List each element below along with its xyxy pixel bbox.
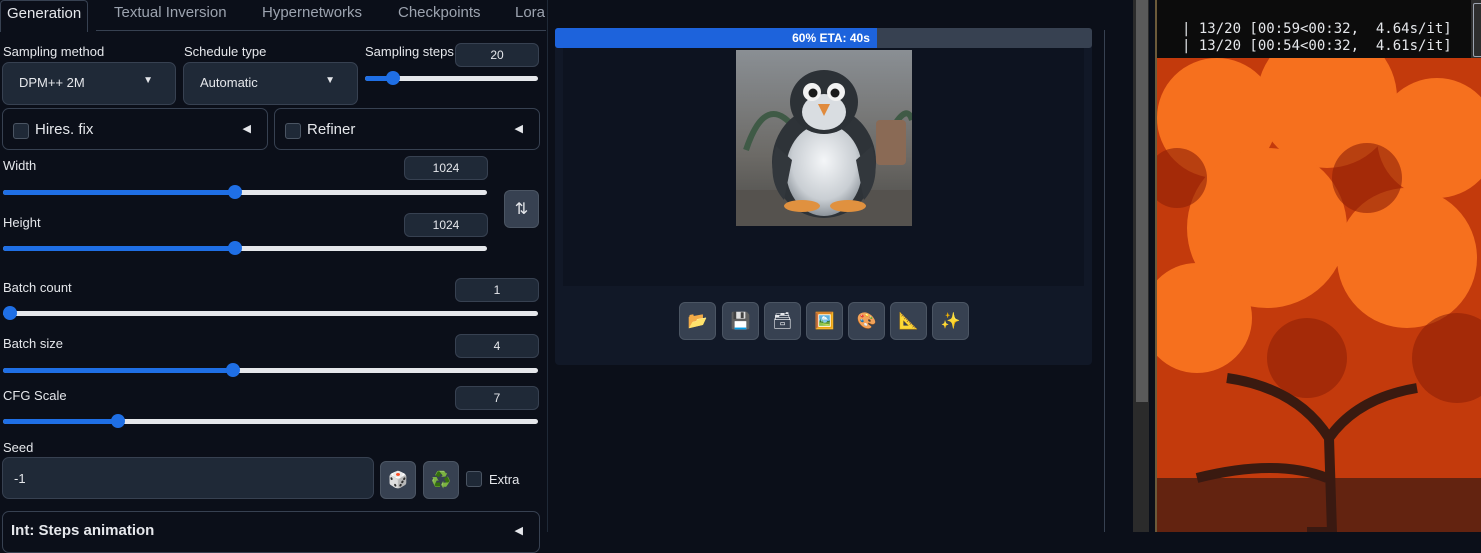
chevron-down-icon: ▼ bbox=[143, 75, 153, 86]
sampling-method-value: DPM++ 2M bbox=[19, 75, 85, 90]
tab-hypernetworks[interactable]: Hypernetworks bbox=[262, 0, 362, 28]
terminal-scrollbar[interactable] bbox=[1471, 0, 1481, 58]
seed-input[interactable]: -1 bbox=[2, 457, 374, 499]
save-button[interactable]: 💾 bbox=[722, 302, 759, 340]
width-input[interactable]: 1024 bbox=[404, 156, 488, 180]
sampling-steps-slider[interactable] bbox=[365, 71, 538, 85]
schedule-type-label: Schedule type bbox=[184, 44, 267, 59]
width-slider[interactable] bbox=[3, 185, 487, 199]
seed-value: -1 bbox=[14, 471, 26, 486]
open-folder-button[interactable]: 📂 bbox=[679, 302, 716, 340]
schedule-type-value: Automatic bbox=[200, 75, 258, 90]
upscale-button[interactable]: ✨ bbox=[932, 302, 969, 340]
palette-icon: 🎨 bbox=[856, 313, 877, 330]
slider-thumb[interactable] bbox=[3, 306, 17, 320]
triangle-left-icon: ◀ bbox=[514, 123, 523, 135]
image-icon: 🖼️ bbox=[814, 313, 835, 330]
sampling-method-dropdown[interactable]: DPM++ 2M ▼ bbox=[2, 62, 176, 105]
cfg-scale-label: CFG Scale bbox=[3, 388, 67, 403]
hires-fix-checkbox[interactable] bbox=[13, 123, 29, 139]
swap-dimensions-button[interactable]: ⇅ bbox=[504, 190, 539, 228]
column-divider bbox=[1104, 30, 1105, 532]
folder-icon: 📂 bbox=[687, 313, 708, 330]
sampling-steps-label: Sampling steps bbox=[365, 44, 454, 59]
tab-underline bbox=[96, 30, 546, 31]
terminal-line: | 13/20 [00:59<00:32, 4.64s/it] bbox=[1182, 21, 1452, 37]
send-to-inpaint-button[interactable]: 🎨 bbox=[848, 302, 885, 340]
height-slider[interactable] bbox=[3, 241, 487, 255]
hires-fix-label: Hires. fix bbox=[35, 121, 94, 138]
dice-icon: 🎲 bbox=[388, 472, 408, 489]
slider-thumb[interactable] bbox=[385, 71, 400, 85]
column-divider bbox=[547, 0, 548, 532]
preview-image[interactable] bbox=[736, 50, 912, 226]
zip-icon: 🗃 bbox=[772, 313, 793, 330]
recycle-icon: ♻️ bbox=[431, 472, 451, 489]
refiner-label: Refiner bbox=[307, 121, 356, 138]
height-label: Height bbox=[3, 215, 41, 230]
width-label: Width bbox=[3, 158, 37, 173]
terminal-line: | 13/20 [00:54<00:32, 4.61s/it] bbox=[1182, 38, 1452, 54]
desktop-wallpaper bbox=[1155, 58, 1481, 532]
schedule-type-dropdown[interactable]: Automatic ▼ bbox=[183, 62, 358, 105]
zip-button[interactable]: 🗃 bbox=[764, 302, 801, 340]
extra-checkbox[interactable] bbox=[466, 471, 482, 487]
steps-animation-label: Int: Steps animation bbox=[11, 522, 155, 539]
slider-thumb[interactable] bbox=[111, 414, 126, 428]
hires-fix-accordion[interactable]: Hires. fix ◀ bbox=[2, 108, 268, 150]
tab-lora[interactable]: Lora bbox=[515, 0, 545, 28]
cfg-scale-input[interactable]: 7 bbox=[455, 386, 539, 410]
refiner-accordion[interactable]: Refiner ◀ bbox=[274, 108, 540, 150]
page-scrollbar-thumb[interactable] bbox=[1136, 0, 1148, 402]
sparkles-icon: ✨ bbox=[940, 313, 961, 330]
save-icon: 💾 bbox=[730, 313, 751, 330]
batch-count-slider[interactable] bbox=[3, 306, 538, 320]
batch-count-input[interactable]: 1 bbox=[455, 278, 539, 302]
extra-label: Extra bbox=[489, 472, 520, 487]
batch-size-slider[interactable] bbox=[3, 363, 538, 377]
slider-thumb[interactable] bbox=[228, 185, 243, 199]
sampling-steps-input[interactable]: 20 bbox=[455, 43, 539, 67]
tab-generation[interactable]: Generation bbox=[0, 0, 89, 32]
slider-thumb[interactable] bbox=[226, 363, 241, 377]
progress-text: 60% ETA: 40s bbox=[792, 31, 870, 45]
cfg-scale-slider[interactable] bbox=[3, 414, 538, 428]
height-input[interactable]: 1024 bbox=[404, 213, 488, 237]
tab-textual-inversion[interactable]: Textual Inversion bbox=[114, 0, 227, 28]
tab-bar: Generation Textual Inversion Hypernetwor… bbox=[0, 0, 1120, 32]
slider-thumb[interactable] bbox=[228, 241, 243, 255]
random-seed-button[interactable]: 🎲 bbox=[380, 461, 416, 499]
refiner-checkbox[interactable] bbox=[285, 123, 301, 139]
chevron-down-icon: ▼ bbox=[325, 75, 335, 86]
batch-count-label: Batch count bbox=[3, 280, 72, 295]
ruler-icon: 📐 bbox=[898, 313, 919, 330]
triangle-left-icon: ◀ bbox=[514, 525, 523, 537]
tab-checkpoints[interactable]: Checkpoints bbox=[398, 0, 481, 28]
batch-size-label: Batch size bbox=[3, 336, 63, 351]
batch-size-input[interactable]: 4 bbox=[455, 334, 539, 358]
steps-animation-accordion[interactable]: Int: Steps animation ◀ bbox=[2, 511, 540, 553]
send-to-extras-button[interactable]: 📐 bbox=[890, 302, 927, 340]
reuse-seed-button[interactable]: ♻️ bbox=[423, 461, 459, 499]
triangle-left-icon: ◀ bbox=[242, 123, 251, 135]
swap-icon: ⇅ bbox=[514, 201, 529, 218]
terminal-window: | 13/20 [00:59<00:32, 4.64s/it] | 13/20 … bbox=[1155, 0, 1481, 58]
sampling-method-label: Sampling method bbox=[3, 44, 105, 59]
send-to-img2img-button[interactable]: 🖼️ bbox=[806, 302, 843, 340]
seed-label: Seed bbox=[3, 440, 34, 455]
